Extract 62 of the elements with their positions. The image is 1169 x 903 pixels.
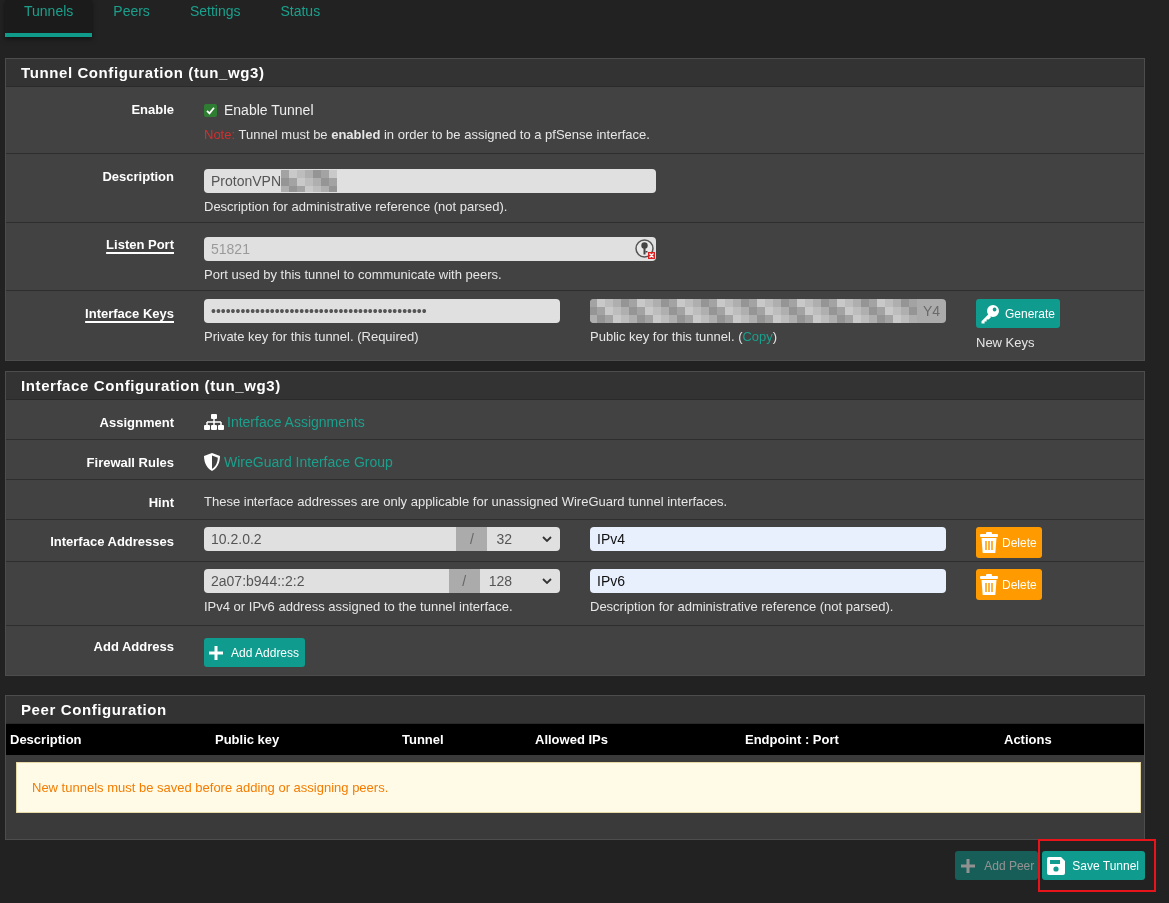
tab[interactable]: Status — [261, 0, 340, 37]
add-address-button[interactable]: Add Address — [204, 638, 306, 667]
field-label: Add Address — [93, 639, 174, 654]
column-header: Endpoint : Port — [745, 731, 839, 747]
chevron-down-icon — [542, 578, 552, 584]
hint-text: These interface addresses are only applicable for unassigned WireGuard tunnel interfaces. — [204, 493, 729, 511]
field-label: Description — [102, 169, 174, 184]
address-field[interactable]: 10.2.0.2 — [204, 527, 457, 551]
panel-title: Peer Configuration — [21, 700, 167, 719]
field-label: Assignment — [99, 415, 174, 430]
tab[interactable]: Peers — [94, 0, 169, 37]
column-header: Actions — [1004, 731, 1052, 747]
tab[interactable]: Tunnels — [5, 0, 93, 37]
help-text: Private key for this tunnel. (Required) — [204, 328, 420, 346]
shield-icon — [204, 453, 220, 471]
help-text: Description for administrative reference (not parsed). — [590, 598, 895, 616]
text-field[interactable]: ProtonVPN — [204, 169, 656, 193]
field-label: Interface Addresses — [50, 534, 174, 549]
hierarchy-icon — [204, 414, 224, 430]
caption-text: New Keys — [976, 334, 1036, 352]
column-header: Public key — [215, 731, 280, 747]
link[interactable]: Interface Assignments — [227, 411, 365, 433]
help-text: IPv4 or IPv6 address assigned to the tunnel interface. — [204, 598, 514, 616]
help-text: Description for administrative reference (not parsed). — [204, 198, 509, 216]
prefix-select[interactable]: 32 — [487, 527, 560, 551]
trash-icon — [980, 574, 998, 595]
copy-link[interactable]: Copy — [742, 329, 773, 344]
checkbox[interactable] — [204, 103, 217, 117]
separator-label: / — [456, 527, 488, 551]
tab[interactable]: Settings — [170, 0, 260, 37]
key-icon — [635, 239, 655, 259]
field-label: Enable — [131, 102, 174, 117]
generate-button[interactable]: Generate — [976, 299, 1061, 328]
checkbox-label: Enable Tunnel — [224, 100, 314, 120]
chevron-down-icon — [542, 536, 552, 542]
pixelated-block — [281, 170, 338, 192]
password-field[interactable]: •••••••••••••••••••••••••••••••••••••••••••• — [204, 299, 560, 323]
plus-icon — [209, 645, 223, 660]
column-header: Allowed IPs — [535, 731, 608, 747]
note-text: Note: Tunnel must be enabled in order to be assigned to a pfSense interface. — [204, 126, 651, 144]
public-key-field: Y4 — [590, 299, 946, 323]
address-field[interactable]: 2a07:b944::2:2 — [204, 569, 449, 593]
text-field[interactable]: IPv6 — [590, 569, 946, 593]
field-label: Firewall Rules — [86, 455, 174, 470]
prefix-select[interactable]: 128 — [479, 569, 560, 593]
save-button[interactable]: Save Tunnel — [1042, 851, 1145, 880]
trash-icon — [980, 532, 998, 553]
column-header: Description — [10, 731, 82, 747]
field-label[interactable]: Listen Port — [106, 237, 174, 252]
plus-icon — [961, 858, 976, 873]
help-text: Port used by this tunnel to communicate with peers. — [204, 266, 503, 284]
notice-banner: New tunnels must be saved before adding or assigning peers. — [16, 762, 1141, 813]
field-label: Hint — [148, 495, 174, 510]
panel-title: Tunnel Configuration (tun_wg3) — [21, 63, 265, 82]
column-header: Tunnel — [402, 731, 444, 747]
key-icon — [980, 303, 1000, 324]
link[interactable]: WireGuard Interface Group — [224, 451, 393, 473]
panel-title: Interface Configuration (tun_wg3) — [21, 376, 281, 395]
help-text: Public key for this tunnel. (Copy) — [590, 328, 779, 346]
field-label[interactable]: Interface Keys — [85, 306, 174, 321]
separator-label: / — [448, 569, 480, 593]
text-field[interactable]: IPv4 — [590, 527, 946, 551]
